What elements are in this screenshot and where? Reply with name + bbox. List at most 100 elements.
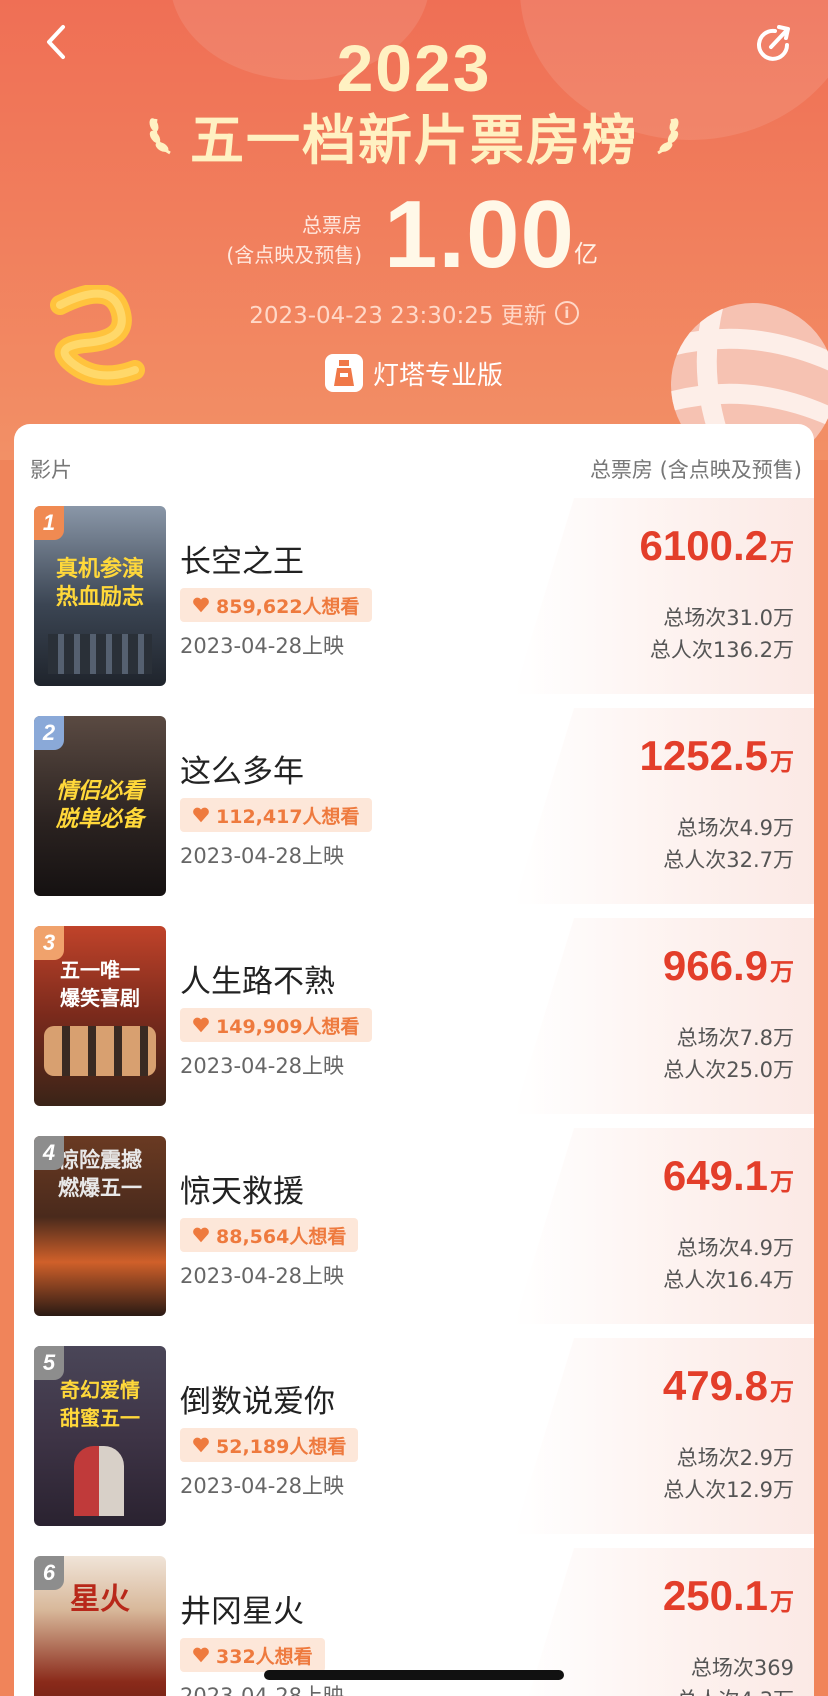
sessions: 总场次31.0万 xyxy=(663,606,794,630)
want-count: 332人想看 xyxy=(216,1645,313,1668)
sessions: 总场次4.9万 xyxy=(676,1236,794,1260)
brand-row: 灯塔专业版 xyxy=(0,354,828,392)
movie-row[interactable]: 奇幻爱情 甜蜜五一 5 倒数说爱你 52,189人想看 2023-04-28上映 … xyxy=(14,1338,814,1534)
admissions: 总人次12.9万 xyxy=(663,1478,794,1502)
title-row: 五一档新片票房榜 xyxy=(0,100,828,172)
want-count: 88,564人想看 xyxy=(216,1225,347,1248)
gross-number: 250.1 xyxy=(662,1572,768,1619)
release-date: 2023-04-28上映 xyxy=(180,1684,345,1696)
heart-icon xyxy=(193,1227,209,1243)
heart-icon xyxy=(193,597,209,613)
gross-value: 966.9 万 xyxy=(663,942,794,990)
gross-unit: 万 xyxy=(770,1168,794,1196)
update-time: 2023-04-23 23:30:25 更新 xyxy=(249,303,547,329)
poster-slogan: 五一唯一 爆笑喜剧 xyxy=(60,958,140,1010)
heart-icon xyxy=(193,1437,209,1453)
gross-unit: 万 xyxy=(770,538,794,566)
want-count: 112,417人想看 xyxy=(216,805,360,828)
gross-unit: 万 xyxy=(770,1378,794,1406)
update-time-row: 2023-04-23 23:30:25 更新 i xyxy=(0,296,828,330)
total-label: 总票房 (含点映及预售) xyxy=(226,210,362,270)
gross-number: 649.1 xyxy=(662,1152,768,1199)
movie-row[interactable]: 情侣必看 脱单必备 2 这么多年 112,417人想看 2023-04-28上映 … xyxy=(14,708,814,904)
laurel-left-icon xyxy=(149,118,171,155)
want-count: 859,622人想看 xyxy=(216,595,360,618)
total-label-note: (含点映及预售) xyxy=(226,243,362,267)
want-to-see-badge: 859,622人想看 xyxy=(180,588,372,622)
sessions: 总场次4.9万 xyxy=(676,816,794,840)
rank-badge: 3 xyxy=(34,926,64,960)
want-to-see-badge: 88,564人想看 xyxy=(180,1218,359,1252)
gross-value: 6100.2 万 xyxy=(640,522,794,570)
gross-unit: 万 xyxy=(770,958,794,986)
rank-badge: 4 xyxy=(34,1136,64,1170)
total-unit: 亿 xyxy=(574,240,598,268)
home-indicator[interactable] xyxy=(264,1670,564,1680)
admissions: 总人次136.2万 xyxy=(649,638,794,662)
heart-icon xyxy=(193,1017,209,1033)
release-date: 2023-04-28上映 xyxy=(180,1264,345,1288)
heart-icon xyxy=(193,1647,209,1663)
movie-title: 这么多年 xyxy=(180,754,304,790)
movie-row[interactable]: 真机参演 热血励志 1 长空之王 859,622人想看 2023-04-28上映 … xyxy=(14,498,814,694)
gross-number: 1252.5 xyxy=(639,732,768,779)
want-to-see-badge: 149,909人想看 xyxy=(180,1008,372,1042)
poster-slogan: 奇幻爱情 甜蜜五一 xyxy=(60,1378,140,1430)
movie-title: 惊天救援 xyxy=(180,1174,304,1210)
column-film: 影片 xyxy=(30,458,72,482)
rank-badge: 2 xyxy=(34,716,64,750)
release-date: 2023-04-28上映 xyxy=(180,844,345,868)
release-date: 2023-04-28上映 xyxy=(180,1054,345,1078)
gross-value: 250.1 万 xyxy=(663,1572,794,1620)
admissions: 总人次25.0万 xyxy=(663,1058,794,1082)
gross-value: 1252.5 万 xyxy=(640,732,794,780)
want-count: 52,189人想看 xyxy=(216,1435,347,1458)
total-value: 1.00 xyxy=(384,181,575,288)
page-title: 五一档新片票房榜 xyxy=(190,108,638,172)
want-to-see-badge: 332人想看 xyxy=(180,1638,325,1672)
sessions: 总场次7.8万 xyxy=(676,1026,794,1050)
movie-title: 人生路不熟 xyxy=(180,964,335,1000)
laurel-right-icon xyxy=(657,118,679,155)
sessions: 总场次369 xyxy=(690,1656,794,1680)
gross-number: 6100.2 xyxy=(639,522,768,569)
admissions: 总人次16.4万 xyxy=(663,1268,794,1292)
poster-figures xyxy=(48,634,152,674)
movie-title: 长空之王 xyxy=(180,544,304,580)
poster-figures xyxy=(44,1026,156,1076)
gross-unit: 万 xyxy=(770,748,794,776)
admissions: 总人次32.7万 xyxy=(663,848,794,872)
total-label-main: 总票房 xyxy=(302,213,362,237)
lighthouse-logo-icon xyxy=(324,354,363,392)
column-gross: 总票房 (含点映及预售) xyxy=(589,458,802,482)
movie-title: 井冈星火 xyxy=(180,1594,304,1630)
total-box-office: 总票房 (含点映及预售) 1.00 亿 xyxy=(0,180,828,288)
gross-value: 479.8 万 xyxy=(663,1362,794,1410)
header-banner: 2023 五一档新片票房榜 总票房 (含点映及预售) 1.00 亿 2023-0… xyxy=(0,0,828,460)
gross-number: 966.9 xyxy=(662,942,768,989)
poster-slogan: 星火 xyxy=(70,1582,130,1617)
heart-icon xyxy=(193,807,209,823)
want-count: 149,909人想看 xyxy=(216,1015,360,1038)
poster-slogan: 真机参演 热血励志 xyxy=(55,557,144,610)
gross-number: 479.8 xyxy=(662,1362,768,1409)
sessions: 总场次2.9万 xyxy=(676,1446,794,1470)
poster-figures xyxy=(74,1446,124,1516)
column-headers: 影片 总票房 (含点映及预售) xyxy=(14,454,814,484)
movie-title: 倒数说爱你 xyxy=(180,1384,335,1420)
brand-name: 灯塔专业版 xyxy=(372,360,503,391)
admissions: 总人次4.3万 xyxy=(677,1684,794,1696)
movie-row[interactable]: 惊险震撼 燃爆五一 4 惊天救援 88,564人想看 2023-04-28上映 6… xyxy=(14,1128,814,1324)
poster-slogan: 情侣必看 脱单必备 xyxy=(55,779,144,832)
movie-row[interactable]: 五一唯一 爆笑喜剧 3 人生路不熟 149,909人想看 2023-04-28上映… xyxy=(14,918,814,1114)
want-to-see-badge: 52,189人想看 xyxy=(180,1428,359,1462)
release-date: 2023-04-28上映 xyxy=(180,1474,345,1498)
gross-unit: 万 xyxy=(770,1588,794,1616)
rank-badge: 6 xyxy=(34,1556,64,1590)
release-date: 2023-04-28上映 xyxy=(180,634,345,658)
rank-badge: 1 xyxy=(34,506,64,540)
rank-badge: 5 xyxy=(34,1346,64,1380)
ranking-card: 影片 总票房 (含点映及预售) 真机参演 热血励志 1 长空之王 859,622人… xyxy=(14,424,814,1696)
want-to-see-badge: 112,417人想看 xyxy=(180,798,372,832)
info-icon[interactable]: i xyxy=(554,301,579,325)
